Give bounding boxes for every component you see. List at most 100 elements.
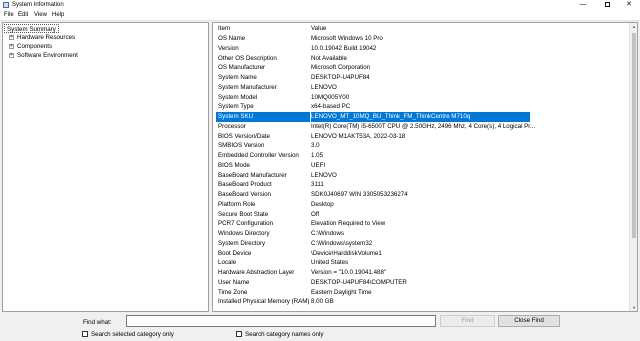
item-cell: PCR7 Configuration xyxy=(218,220,274,228)
menu-view[interactable]: View xyxy=(34,12,47,18)
table-row[interactable]: Version 10.0.19042 Build 19042 xyxy=(213,44,631,54)
close-button[interactable]: ✕ xyxy=(618,0,640,10)
table-row[interactable]: BaseBoard Product 3111 xyxy=(213,180,631,190)
table-row[interactable]: BaseBoard Manufacturer LENOVO xyxy=(213,171,631,181)
item-cell: Hardware Abstraction Layer xyxy=(218,269,295,276)
value-cell: SDK0J40697 WIN 3305053236274 xyxy=(311,191,408,198)
value-cell: 8.00 GB xyxy=(311,298,334,306)
table-row[interactable]: Processor Intel(R) Core(TM) i5-6500T CPU … xyxy=(213,122,631,132)
value-cell: United States xyxy=(311,259,349,267)
item-cell: Processor xyxy=(218,122,246,130)
value-cell: Off xyxy=(311,210,320,218)
checkbox-box[interactable] xyxy=(82,331,88,337)
menu-bar: File Edit View Help xyxy=(0,10,640,21)
expand-icon[interactable]: + xyxy=(9,53,14,58)
item-cell: Time Zone xyxy=(218,288,248,296)
item-cell: Locale xyxy=(218,259,237,267)
value-cell: Elevation Required to View xyxy=(311,220,386,228)
table-row[interactable]: Hardware Abstraction Layer Version = "10.… xyxy=(213,268,631,278)
scrollbar-thumb[interactable] xyxy=(632,33,636,238)
table-row[interactable]: Secure Boot State Off xyxy=(213,210,631,220)
table-row[interactable]: User Name DESKTOP-U4PUF84\COMPUTER xyxy=(213,278,631,288)
item-cell: BIOS Mode xyxy=(218,161,250,169)
search-category-names-checkbox[interactable]: Search category names only xyxy=(236,331,323,339)
value-cell: LENOVO M1AKT53A, 2022-03-18 xyxy=(311,132,406,140)
expand-icon[interactable]: + xyxy=(9,44,14,49)
close-find-button[interactable]: Close Find xyxy=(498,315,560,327)
table-row[interactable]: Installed Physical Memory (RAM) 8.00 GB xyxy=(213,297,631,307)
table-row[interactable]: Other OS Description Not Available xyxy=(213,54,631,64)
minimize-button[interactable]: — xyxy=(572,0,594,10)
table-row[interactable]: BaseBoard Version SDK0J40697 WIN 33050532… xyxy=(213,190,631,200)
value-cell: LENOVO_MT_10MQ_BU_Think_FM_ThinkCentre M… xyxy=(311,112,530,122)
checkbox-box[interactable] xyxy=(236,331,242,337)
menu-edit[interactable]: Edit xyxy=(18,12,28,18)
table-row[interactable]: System Type x64-based PC xyxy=(213,102,631,112)
column-header-item[interactable]: Item xyxy=(218,25,230,32)
search-selected-category-checkbox[interactable]: Search selected category only xyxy=(82,331,174,339)
item-cell: BaseBoard Manufacturer xyxy=(218,171,287,179)
tree-item-system-summary[interactable]: System Summary xyxy=(4,24,59,33)
item-cell: Other OS Description xyxy=(218,54,277,62)
item-cell: System Name xyxy=(218,74,257,81)
value-cell: x64-based PC xyxy=(311,103,351,111)
table-row[interactable]: System Name DESKTOP-U4PUF84 xyxy=(213,73,631,83)
tree-item-components[interactable]: + Components xyxy=(5,42,52,51)
item-cell: SMBIOS Version xyxy=(218,142,265,150)
maximize-button[interactable] xyxy=(596,0,618,10)
table-row[interactable]: Windows Directory C:\Windows xyxy=(213,229,631,239)
item-cell: Version xyxy=(218,44,239,52)
table-row[interactable]: Embedded Controller Version 1.05 xyxy=(213,151,631,161)
scroll-down-icon[interactable]: ▼ xyxy=(630,305,637,310)
value-cell: Microsoft Corporation xyxy=(311,64,371,72)
value-cell: DESKTOP-U4PUF84 xyxy=(311,74,370,81)
table-row[interactable]: Locale United States xyxy=(213,258,631,268)
column-header-value[interactable]: Value xyxy=(311,25,326,32)
tree-item-label: Components xyxy=(17,43,53,50)
vertical-scrollbar[interactable]: ▲ ▼ xyxy=(629,23,637,311)
table-row[interactable]: PCR7 Configuration Elevation Required to … xyxy=(213,219,631,229)
item-cell: Secure Boot State xyxy=(218,210,269,218)
find-what-input[interactable] xyxy=(126,315,436,327)
table-row[interactable]: System SKU LENOVO_MT_10MQ_BU_Think_FM_Thi… xyxy=(213,112,631,122)
table-row[interactable]: BIOS Mode UEFI xyxy=(213,161,631,171)
checkbox-label: Search selected category only xyxy=(91,331,174,338)
table-row[interactable]: System Directory C:\Windows\system32 xyxy=(213,239,631,249)
tree-item-hardware-resources[interactable]: + Hardware Resources xyxy=(5,33,75,42)
table-row[interactable]: Time Zone Eastern Daylight Time xyxy=(213,288,631,298)
table-row[interactable]: System Model 10MQ005Y00 xyxy=(213,93,631,103)
title-bar: System Information — ✕ xyxy=(0,0,640,10)
item-cell: System Directory xyxy=(218,239,266,247)
value-cell: LENOVO xyxy=(311,83,337,91)
value-cell: 3111 xyxy=(311,181,324,189)
table-row[interactable]: System Manufacturer LENOVO xyxy=(213,83,631,93)
value-cell: Microsoft Windows 10 Pro xyxy=(311,35,383,42)
item-cell: Windows Directory xyxy=(218,230,270,237)
menu-file[interactable]: File xyxy=(4,12,14,18)
table-row[interactable]: Boot Device \Device\HarddiskVolume1 xyxy=(213,249,631,259)
category-tree[interactable]: System Summary + Hardware Resources + Comp… xyxy=(2,22,209,312)
item-cell: System Model xyxy=(218,93,258,101)
value-cell: Desktop xyxy=(311,200,334,208)
find-button[interactable]: Find xyxy=(440,315,495,327)
value-cell: \Device\HarddiskVolume1 xyxy=(311,249,382,257)
system-information-app-icon xyxy=(3,2,9,8)
scroll-up-icon[interactable]: ▲ xyxy=(630,24,637,29)
expand-icon[interactable]: + xyxy=(9,35,14,40)
table-row[interactable]: BIOS Version/Date LENOVO M1AKT53A, 2022-0… xyxy=(213,132,631,142)
menu-help[interactable]: Help xyxy=(52,12,64,18)
find-bar: Find what: Find Close Find Search select… xyxy=(0,313,640,341)
value-cell: Intel(R) Core(TM) i5-6500T CPU @ 2.50GHz… xyxy=(311,122,536,130)
value-cell: LENOVO xyxy=(311,171,337,179)
value-cell: UEFI xyxy=(311,161,326,169)
tree-item-label: Hardware Resources xyxy=(17,34,76,41)
table-row[interactable]: OS Manufacturer Microsoft Corporation xyxy=(213,63,631,73)
value-cell: C:\Windows xyxy=(311,230,345,237)
details-list[interactable]: Item Value OS Name Microsoft Windows 10 P… xyxy=(212,22,638,312)
tree-item-software-environment[interactable]: + Software Environment xyxy=(5,51,78,60)
table-row[interactable]: SMBIOS Version 3.0 xyxy=(213,141,631,151)
checkbox-label: Search category names only xyxy=(245,331,324,338)
table-row[interactable]: Platform Role Desktop xyxy=(213,200,631,210)
maximize-icon xyxy=(604,2,610,7)
table-row[interactable]: OS Name Microsoft Windows 10 Pro xyxy=(213,34,631,44)
